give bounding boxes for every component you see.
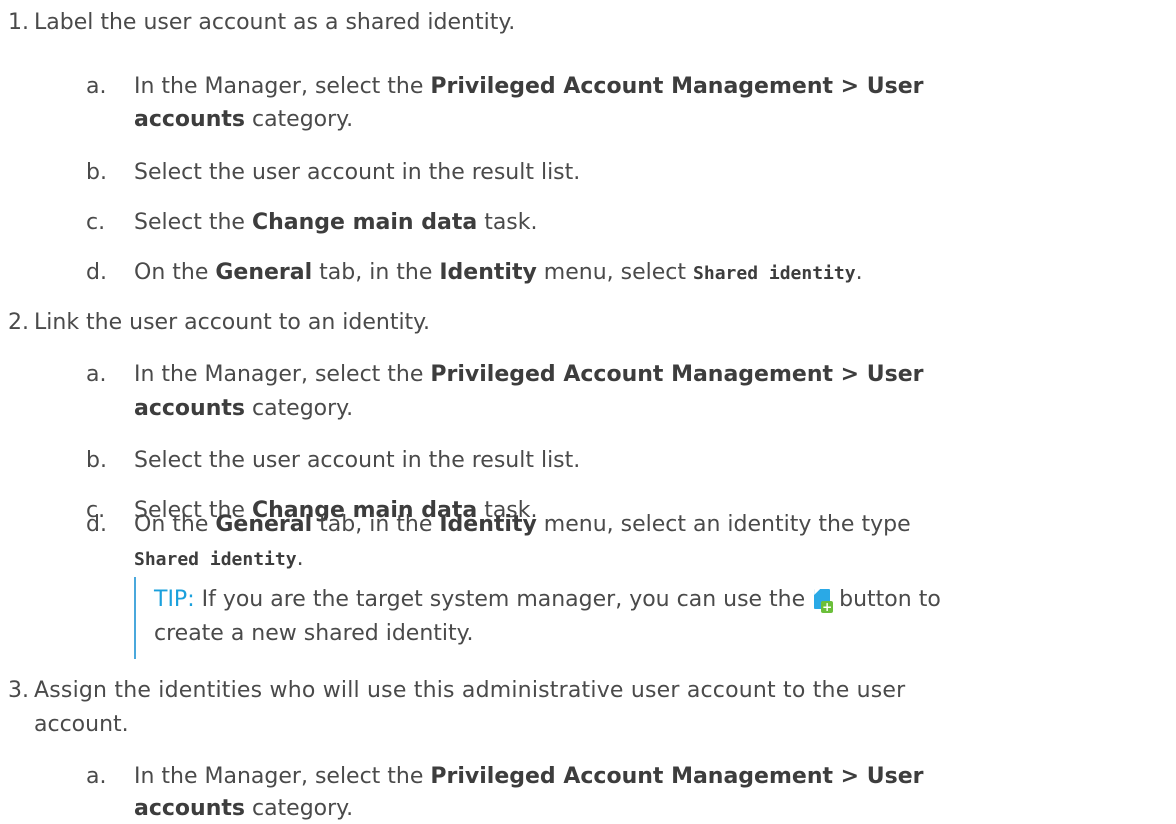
substep-text-cont: accounts category.: [134, 796, 354, 821]
tip-callout: TIP: If you are the target system manage…: [134, 577, 941, 659]
substep-text: In the Manager, select the Privileged Ac…: [134, 74, 924, 99]
step-number: 2.: [8, 310, 29, 335]
substep-text: Select the user account in the result li…: [134, 160, 581, 185]
tip-line-1: TIP: If you are the target system manage…: [154, 585, 941, 615]
substep-text: In the Manager, select the Privileged Ac…: [134, 764, 924, 789]
substep-letter: d.: [86, 512, 107, 537]
tip-line-2: create a new shared identity.: [154, 621, 474, 646]
step-text: Link the user account to an identity.: [34, 310, 431, 335]
step-text: Assign the identities who will use this …: [34, 678, 906, 703]
substep-text-cont: accounts category.: [134, 396, 354, 421]
substep-letter: b.: [86, 160, 107, 185]
substep-letter: a.: [86, 74, 107, 99]
substep-text-cont: accounts category.: [134, 107, 354, 132]
substep-letter: b.: [86, 448, 107, 473]
step-text-cont: account.: [34, 712, 129, 737]
substep-text: Select the user account in the result li…: [134, 448, 581, 473]
substep-text: On the General tab, in the Identity menu…: [134, 512, 911, 537]
step-number: 3.: [8, 678, 29, 703]
substep-text-cont: Shared identity.: [134, 546, 304, 571]
substep-letter: d.: [86, 260, 107, 285]
substep-text: In the Manager, select the Privileged Ac…: [134, 362, 924, 387]
substep-letter: a.: [86, 764, 107, 789]
step-text: Label the user account as a shared ident…: [34, 10, 516, 35]
substep-text: Select the Change main data task.: [134, 210, 538, 235]
new-item-icon: [814, 589, 834, 613]
substep-text: On the General tab, in the Identity menu…: [134, 260, 863, 285]
substep-letter: a.: [86, 362, 107, 387]
substep-letter: c.: [86, 210, 106, 235]
step-number: 1.: [8, 10, 29, 35]
